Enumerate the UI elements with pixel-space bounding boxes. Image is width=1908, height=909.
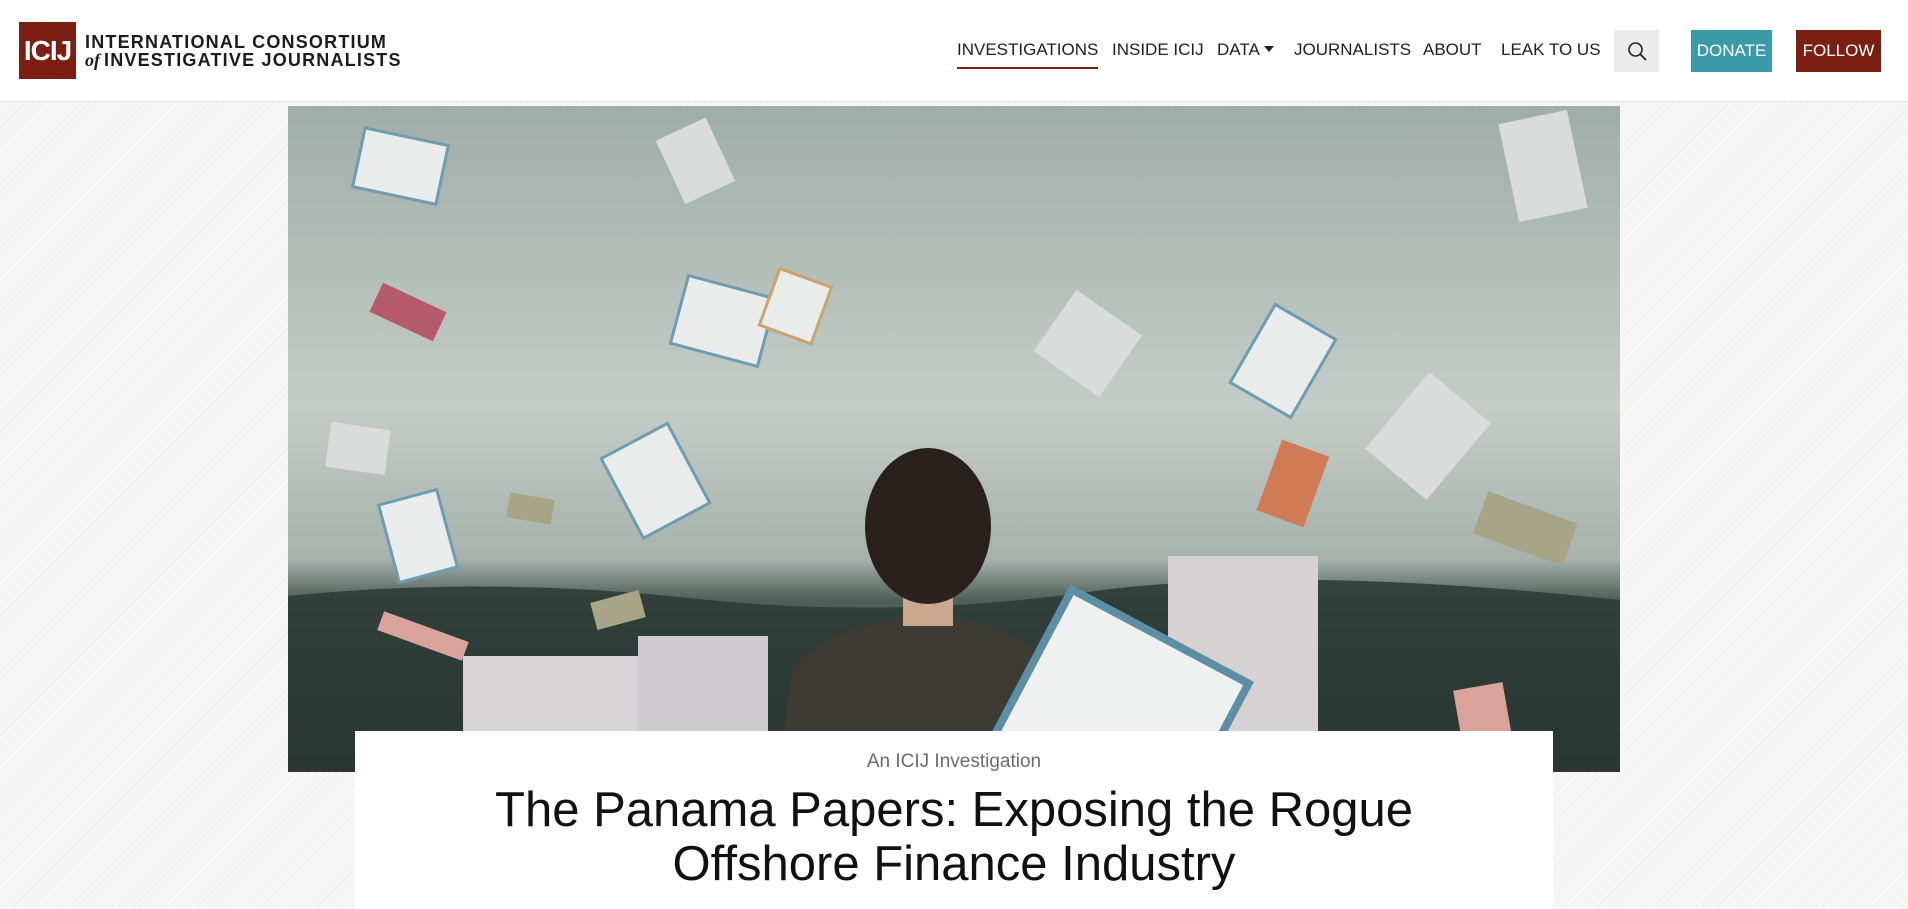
article-kicker: An ICIJ Investigation (866, 751, 1042, 772)
search-icon (1627, 42, 1646, 61)
logo-line-2-text: INVESTIGATIVE JOURNALISTS (104, 49, 402, 70)
site-header: ICIJ INTERNATIONAL CONSORTIUM of INVESTIG… (0, 0, 1908, 102)
icij-logo[interactable]: ICIJ INTERNATIONAL CONSORTIUM of INVESTIG… (19, 22, 402, 79)
logo-mark: ICIJ (19, 22, 76, 79)
nav-item-data-label: DATA (1217, 40, 1260, 59)
nav-item-journalists[interactable]: JOURNALISTS (1294, 30, 1411, 70)
nav-item-inside-icij[interactable]: INSIDE ICIJ (1112, 30, 1204, 70)
nav-item-about[interactable]: ABOUT (1423, 30, 1482, 70)
logo-line-1: INTERNATIONAL CONSORTIUM (85, 31, 388, 52)
hero-illustration (288, 106, 1620, 772)
article-title-card: An ICIJ Investigation The Panama Papers:… (355, 731, 1553, 909)
logo-of: of (85, 49, 100, 70)
article-title: The Panama Papers: Exposing the Rogue Of… (495, 783, 1413, 891)
nav-item-data[interactable]: DATA (1217, 30, 1274, 70)
hero-image (288, 106, 1620, 772)
caret-down-icon (1263, 45, 1274, 52)
logo-wordmark: INTERNATIONAL CONSORTIUM of INVESTIGATIVE… (85, 33, 402, 69)
search-button[interactable] (1614, 30, 1659, 72)
nav-item-leak-to-us[interactable]: LEAK TO US (1501, 30, 1601, 70)
donate-button[interactable]: DONATE (1691, 30, 1772, 72)
logo-line-2: of INVESTIGATIVE JOURNALISTS (85, 51, 402, 69)
follow-button[interactable]: FOLLOW (1796, 30, 1881, 72)
nav-item-investigations[interactable]: INVESTIGATIONS (957, 30, 1099, 69)
